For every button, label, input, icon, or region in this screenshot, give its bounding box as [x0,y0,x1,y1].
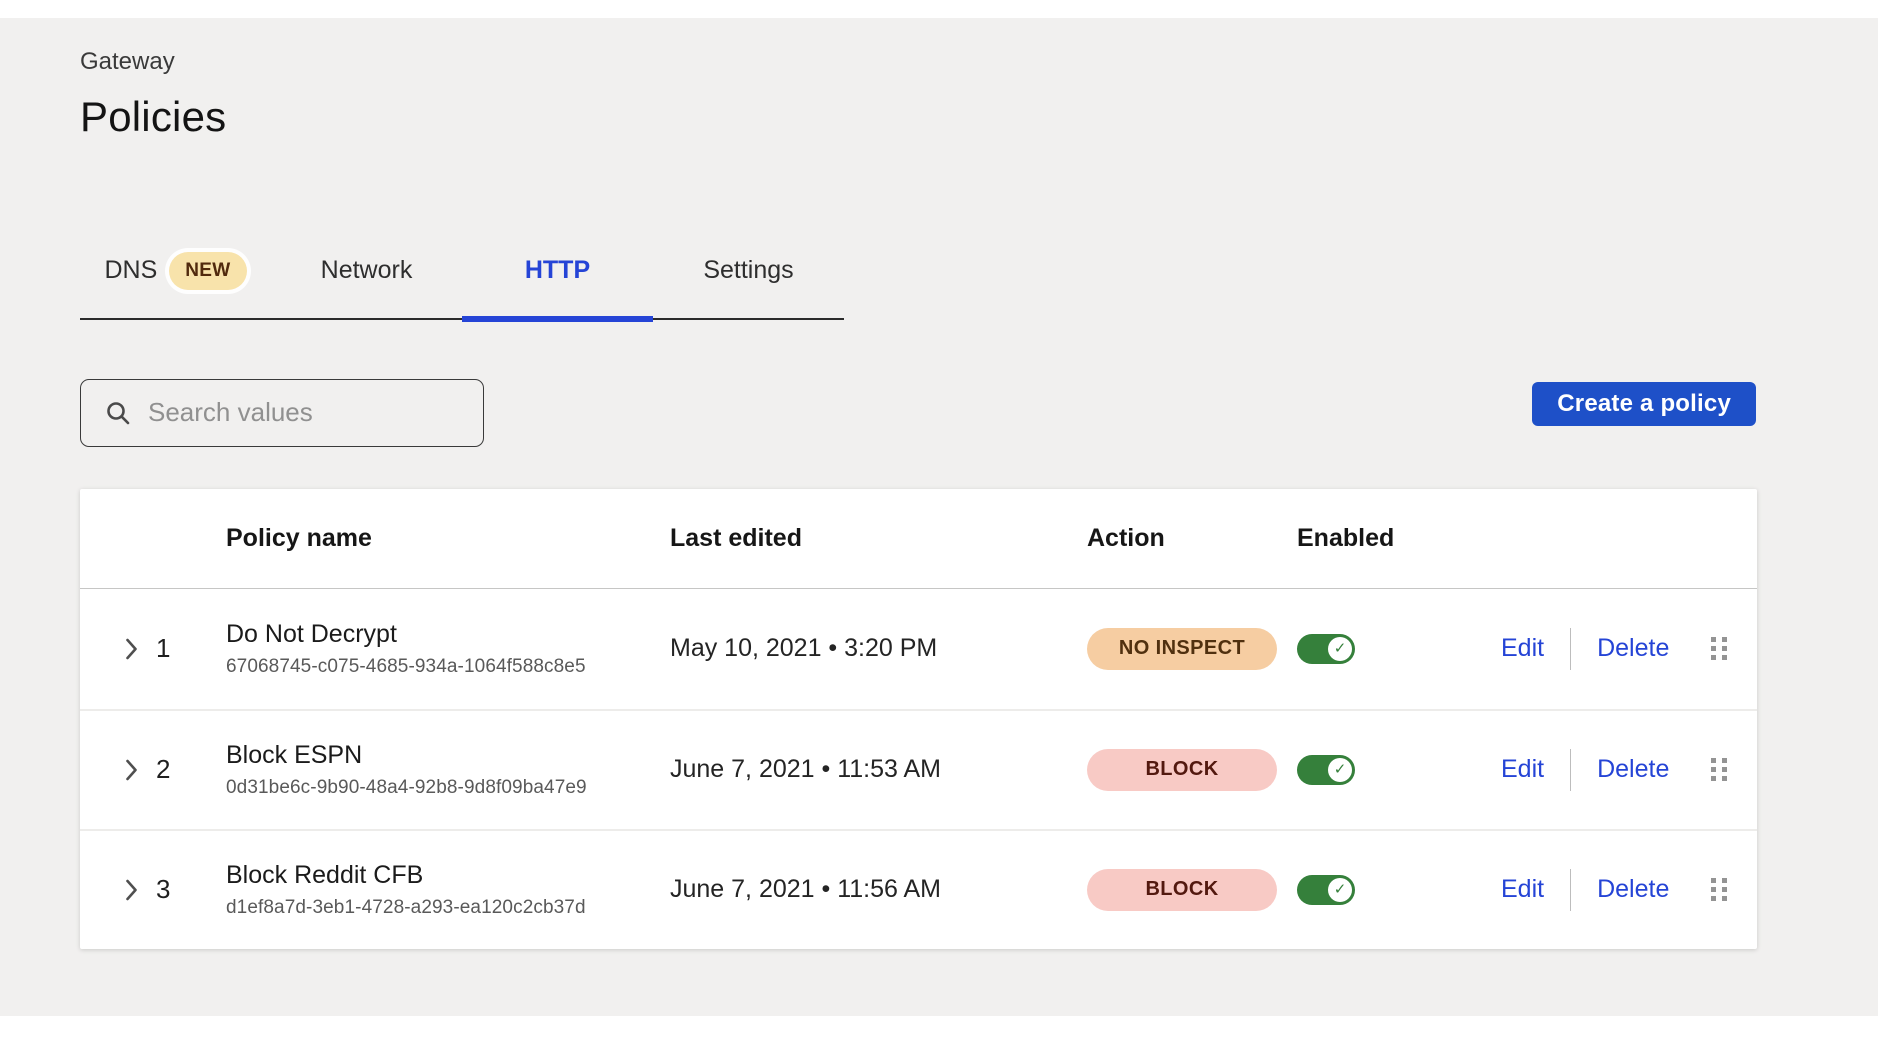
tab-http-label: HTTP [525,256,590,285]
tab-network[interactable]: Network [271,224,462,318]
action-badge: BLOCK [1087,869,1277,911]
search-icon [105,400,131,426]
last-edited-value: June 7, 2021 • 11:53 AM [670,755,1087,784]
row-number: 3 [146,874,226,905]
delete-link[interactable]: Delete [1597,755,1669,784]
action-badge: BLOCK [1087,749,1277,791]
enabled-toggle[interactable]: ✓ [1297,634,1355,664]
enabled-toggle[interactable]: ✓ [1297,755,1355,785]
tab-settings[interactable]: Settings [653,224,844,318]
policy-name: Block Reddit CFB [226,860,423,890]
page-title: Policies [80,94,1756,140]
last-edited-value: May 10, 2021 • 3:20 PM [670,634,1087,663]
drag-handle-icon[interactable] [1707,754,1731,785]
delete-link[interactable]: Delete [1597,875,1669,904]
action-divider [1570,869,1571,911]
action-badge: NO INSPECT [1087,628,1277,670]
top-white-strip [0,0,1878,18]
tab-dns[interactable]: DNS NEW [80,224,271,318]
column-header-enabled: Enabled [1297,524,1501,553]
tab-dns-label: DNS [104,256,157,285]
action-divider [1570,628,1571,670]
action-divider [1570,749,1571,791]
breadcrumb: Gateway [80,48,1756,76]
drag-handle-icon[interactable] [1707,874,1731,905]
table-header: Policy name Last edited Action Enabled [80,489,1757,589]
row-number: 1 [146,633,226,664]
delete-link[interactable]: Delete [1597,634,1669,663]
toggle-check-icon: ✓ [1328,637,1352,661]
toggle-check-icon: ✓ [1328,878,1352,902]
policy-uuid: d1ef8a7d-3eb1-4728-a293-ea120c2cb37d [226,897,586,919]
column-header-action: Action [1087,524,1297,553]
table-row: 2 Block ESPN 0d31be6c-9b90-48a4-92b8-9d8… [80,709,1757,829]
table-row: 3 Block Reddit CFB d1ef8a7d-3eb1-4728-a2… [80,829,1757,949]
tab-settings-label: Settings [703,256,793,285]
edit-link[interactable]: Edit [1501,875,1544,904]
expand-chevron-icon[interactable] [120,633,143,665]
policy-name: Block ESPN [226,740,362,770]
column-header-last-edited: Last edited [670,524,1087,553]
gateway-policies-page: Gateway Policies DNS NEW Network HTTP Se… [80,18,1756,949]
expand-chevron-icon[interactable] [120,874,143,906]
policies-table: Policy name Last edited Action Enabled 1… [80,489,1757,949]
bottom-white-strip [0,1016,1878,1042]
toggle-check-icon: ✓ [1328,758,1352,782]
policy-name: Do Not Decrypt [226,619,397,649]
tab-http[interactable]: HTTP [462,224,653,318]
table-row: 1 Do Not Decrypt 67068745-c075-4685-934a… [80,589,1757,709]
row-number: 2 [146,754,226,785]
create-policy-button[interactable]: Create a policy [1532,382,1756,426]
table-body: 1 Do Not Decrypt 67068745-c075-4685-934a… [80,589,1757,949]
last-edited-value: June 7, 2021 • 11:56 AM [670,875,1087,904]
search-input[interactable] [148,397,483,428]
toolbar: Create a policy [80,379,1756,447]
new-badge: NEW [169,252,246,290]
search-box[interactable] [80,379,484,447]
enabled-toggle[interactable]: ✓ [1297,875,1355,905]
tab-bar: DNS NEW Network HTTP Settings [80,224,844,320]
edit-link[interactable]: Edit [1501,755,1544,784]
policy-uuid: 67068745-c075-4685-934a-1064f588c8e5 [226,656,586,678]
policy-uuid: 0d31be6c-9b90-48a4-92b8-9d8f09ba47e9 [226,777,587,799]
tab-network-label: Network [321,256,413,285]
drag-handle-icon[interactable] [1707,633,1731,664]
edit-link[interactable]: Edit [1501,634,1544,663]
column-header-policy-name: Policy name [226,524,670,553]
expand-chevron-icon[interactable] [120,754,143,786]
